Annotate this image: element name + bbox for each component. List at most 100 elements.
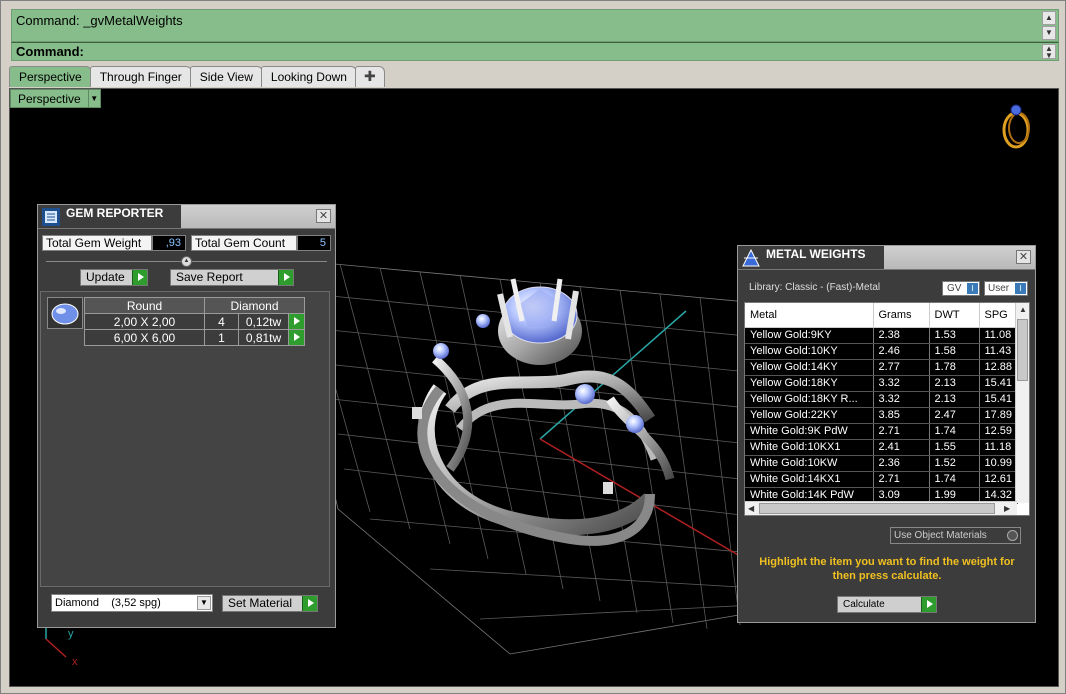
header-shape: Round xyxy=(84,297,205,314)
metal-spg: 11.18 xyxy=(979,439,1018,456)
scroll-down-icon[interactable]: ▼ xyxy=(1042,26,1056,40)
command-history-text: Command: _gvMetalWeights xyxy=(16,13,183,28)
metal-name: White Gold:9K PdW xyxy=(745,423,874,440)
table-row[interactable]: White Gold:10KW 2.36 1.52 10.99 xyxy=(745,455,1018,472)
gem-list-area: Round Diamond 2,00 X 2,00 4 0,12tw 6,00 … xyxy=(40,291,330,587)
metal-spg: 12.61 xyxy=(979,471,1018,488)
table-row[interactable]: Yellow Gold:18KY 3.32 2.13 15.41 xyxy=(745,375,1018,392)
horizontal-scrollbar[interactable]: ◀ ▶ xyxy=(745,501,1017,515)
metal-spg: 11.43 xyxy=(979,343,1018,360)
update-button[interactable]: Update xyxy=(80,269,148,286)
gem-size: 6,00 X 6,00 xyxy=(84,329,205,346)
metal-grams: 3.85 xyxy=(873,407,930,424)
scroll-up-icon[interactable]: ▲ xyxy=(1019,305,1027,314)
metal-grams: 2.71 xyxy=(873,423,930,440)
play-icon xyxy=(132,270,147,285)
close-icon[interactable]: ✕ xyxy=(1016,250,1031,264)
tab-through-finger[interactable]: Through Finger xyxy=(89,66,192,87)
tab-perspective[interactable]: Perspective xyxy=(9,66,92,87)
table-row[interactable]: White Gold:10KX1 2.41 1.55 11.18 xyxy=(745,439,1018,456)
table-row[interactable]: Yellow Gold:9KY 2.38 1.53 11.08 xyxy=(745,327,1018,344)
user-toggle[interactable]: User I xyxy=(984,281,1028,296)
gem-reporter-icon xyxy=(42,208,60,226)
play-icon xyxy=(921,597,936,612)
radio-icon[interactable] xyxy=(1007,530,1018,541)
play-icon[interactable] xyxy=(288,329,305,346)
material-select-value: Diamond (3,52 spg) xyxy=(55,597,161,609)
gv-toggle[interactable]: GV I xyxy=(942,281,980,296)
metal-dwt: 2.13 xyxy=(929,375,980,392)
save-report-button[interactable]: Save Report xyxy=(170,269,294,286)
set-material-button[interactable]: Set Material xyxy=(222,595,318,612)
metal-spg: 12.59 xyxy=(979,423,1018,440)
gem-table: Round Diamond 2,00 X 2,00 4 0,12tw 6,00 … xyxy=(84,297,305,346)
table-row[interactable]: White Gold:14KX1 2.71 1.74 12.61 xyxy=(745,471,1018,488)
ring-icon xyxy=(1002,104,1030,149)
metal-dwt: 2.13 xyxy=(929,391,980,408)
metal-spg: 15.41 xyxy=(979,391,1018,408)
metal-weights-header[interactable]: METAL WEIGHTS ✕ xyxy=(738,246,1035,270)
metal-table-wrapper: Metal Grams DWT SPG Yellow Gold:9KY 2.38 1… xyxy=(744,302,1030,516)
metal-name: White Gold:14KX1 xyxy=(745,471,874,488)
add-tab-icon[interactable]: ✚ xyxy=(354,66,385,87)
command-spinner-icon[interactable]: ▲ ▼ xyxy=(1042,44,1056,60)
gem-reporter-title: GEM REPORTER xyxy=(38,205,182,228)
set-material-label: Set Material xyxy=(228,596,293,610)
gem-weight: 0,12tw xyxy=(238,313,289,330)
column-dwt[interactable]: DWT xyxy=(929,303,980,328)
metal-dwt: 1.74 xyxy=(929,423,980,440)
table-row[interactable]: White Gold:9K PdW 2.71 1.74 12.59 xyxy=(745,423,1018,440)
metal-name: Yellow Gold:14KY xyxy=(745,359,874,376)
tab-side-view[interactable]: Side View xyxy=(189,66,263,87)
command-line[interactable]: Command: ▲ ▼ xyxy=(11,42,1059,61)
gem-reporter-panel: GEM REPORTER ✕ Total Gem Weight ,93 Tota… xyxy=(37,204,336,628)
header-material: Diamond xyxy=(204,297,305,314)
column-metal[interactable]: Metal xyxy=(745,303,874,328)
metal-name: White Gold:10KW xyxy=(745,455,874,472)
table-row[interactable]: Yellow Gold:18KY R... 3.32 2.13 15.41 xyxy=(745,391,1018,408)
use-object-materials-label: Use Object Materials xyxy=(894,530,987,541)
scrollbar-thumb[interactable] xyxy=(759,503,995,514)
table-row[interactable]: Yellow Gold:10KY 2.46 1.58 11.43 xyxy=(745,343,1018,360)
total-gem-weight-label: Total Gem Weight xyxy=(42,235,152,251)
gem-row[interactable]: 6,00 X 6,00 1 0,81tw xyxy=(84,329,305,346)
metal-dwt: 1.52 xyxy=(929,455,980,472)
use-object-materials-toggle[interactable]: Use Object Materials xyxy=(890,527,1021,544)
y-axis-label: y xyxy=(68,628,74,640)
column-grams[interactable]: Grams xyxy=(873,303,930,328)
collapse-toggle-icon[interactable]: ▲ xyxy=(181,256,192,267)
viewport-tabs: Perspective Through Finger Side View Loo… xyxy=(9,66,385,88)
column-spg[interactable]: SPG xyxy=(979,303,1018,328)
metal-spg: 10.99 xyxy=(979,455,1018,472)
table-row[interactable]: Yellow Gold:22KY 3.85 2.47 17.89 xyxy=(745,407,1018,424)
play-icon xyxy=(278,270,293,285)
metal-name: Yellow Gold:18KY xyxy=(745,375,874,392)
table-row[interactable]: Yellow Gold:14KY 2.77 1.78 12.88 xyxy=(745,359,1018,376)
metal-grams: 2.38 xyxy=(873,327,930,344)
close-icon[interactable]: ✕ xyxy=(316,209,331,223)
gem-size: 2,00 X 2,00 xyxy=(84,313,205,330)
app-window: Command: _gvMetalWeights ▲ ▼ Command: ▲ ▼… xyxy=(0,0,1066,694)
vertical-scrollbar[interactable]: ▲ xyxy=(1015,303,1029,503)
scroll-left-icon[interactable]: ◀ xyxy=(748,504,754,513)
info-icon: I xyxy=(1015,283,1026,294)
tab-looking-down[interactable]: Looking Down xyxy=(260,66,357,87)
command-prompt: Command: xyxy=(16,44,84,59)
scroll-right-icon[interactable]: ▶ xyxy=(1004,504,1010,513)
chevron-down-icon[interactable]: ▼ xyxy=(197,596,211,610)
scrollbar-thumb[interactable] xyxy=(1017,319,1028,381)
scroll-up-icon[interactable]: ▲ xyxy=(1042,11,1056,25)
gem-reporter-title-text: GEM REPORTER xyxy=(66,206,164,220)
metal-name: White Gold:10KX1 xyxy=(745,439,874,456)
material-select[interactable]: Diamond (3,52 spg) ▼ xyxy=(51,594,213,612)
total-gem-weight-value: ,93 xyxy=(152,235,186,251)
play-icon xyxy=(302,596,317,611)
gem-row[interactable]: 2,00 X 2,00 4 0,12tw xyxy=(84,313,305,330)
metal-grams: 2.46 xyxy=(873,343,930,360)
update-label: Update xyxy=(86,270,125,284)
library-label: Library: Classic - (Fast)-Metal xyxy=(749,282,881,293)
calculate-button[interactable]: Calculate xyxy=(837,596,937,613)
gem-reporter-header[interactable]: GEM REPORTER ✕ xyxy=(38,205,335,229)
play-icon[interactable] xyxy=(288,313,305,330)
metal-grams: 2.77 xyxy=(873,359,930,376)
